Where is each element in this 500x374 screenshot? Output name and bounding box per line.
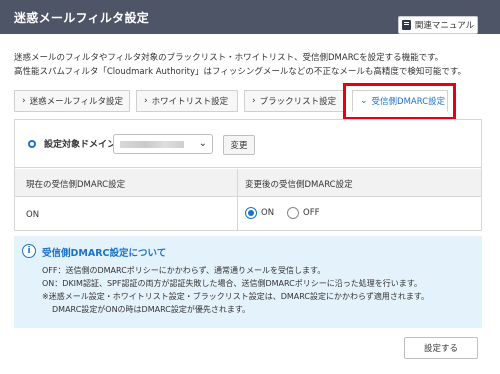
chevron-right-icon: › (252, 96, 256, 106)
apply-settings-button[interactable]: 設定する (404, 337, 478, 359)
radio-on-label: ON (261, 208, 275, 218)
redacted-domain (120, 141, 184, 148)
description-line: 高性能スパムフィルタ「Cloudmark Authority」はフィッシングメー… (14, 67, 467, 77)
chevron-right-icon: › (22, 96, 26, 106)
dmarc-settings-panel: 設定対象ドメイン ⌄ 変更 現在の受信側DMARC設定 変更後の受信側DMARC… (14, 119, 482, 231)
tab-whitelist[interactable]: › ホワイトリスト設定 (136, 90, 238, 112)
table-header-row: 現在の受信側DMARC設定 変更後の受信側DMARC設定 (15, 169, 481, 197)
domain-label: 設定対象ドメイン (44, 140, 117, 150)
dmarc-info-box: i 受信側DMARC設定について OFF：送信側のDMARCポリシーにかかわらず… (14, 236, 482, 328)
info-line: OFF：送信側のDMARCポリシーにかかわらず、通常通りメールを受信します。 (42, 266, 326, 275)
related-manual-button[interactable]: 関連マニュアル (398, 16, 478, 34)
description-line: 迷惑メールのフィルタやフィルタ対象のブラックリスト・ホワイトリスト、受信側DMA… (14, 53, 444, 63)
radio-off-label: OFF (303, 208, 320, 218)
related-manual-label: 関連マニュアル (414, 21, 475, 31)
table-row: ON ON OFF (15, 198, 481, 231)
current-dmarc-value: ON (26, 210, 40, 220)
info-title: 受信側DMARC設定について (42, 248, 167, 259)
radio-on[interactable] (245, 207, 257, 219)
tab-blacklist[interactable]: › ブラックリスト設定 (244, 90, 346, 112)
info-line: ※迷惑メール設定・ホワイトリスト設定・ブラックリスト設定は、DMARC設定にかか… (42, 292, 430, 301)
tab-spam-filter[interactable]: › 迷惑メールフィルタ設定 (14, 90, 130, 112)
highlight-frame (343, 83, 456, 120)
chevron-down-icon: ⌄ (198, 138, 207, 149)
page-title: 迷惑メールフィルタ設定 (14, 11, 150, 25)
column-header-new: 変更後の受信側DMARC設定 (245, 180, 353, 190)
info-icon: i (22, 244, 36, 258)
info-line: DMARC設定がONの時はDMARC設定が優先されます。 (52, 305, 251, 314)
bullet-circle-icon (28, 140, 36, 148)
change-domain-button[interactable]: 変更 (223, 135, 255, 155)
domain-selector-row: 設定対象ドメイン ⌄ 変更 (15, 120, 481, 168)
radio-off-option[interactable]: OFF (287, 207, 319, 219)
info-line: ON：DKIM認証、SPF認証の両方が認証失敗した場合、送信側DMARCポリシー… (42, 279, 422, 288)
info-text: OFF：送信側のDMARCポリシーにかかわらず、通常通りメールを受信します。 O… (42, 264, 429, 316)
radio-off[interactable] (287, 207, 299, 219)
chevron-right-icon: › (144, 96, 148, 106)
page-header: 迷惑メールフィルタ設定 関連マニュアル (0, 0, 500, 34)
column-header-current: 現在の受信側DMARC設定 (26, 180, 126, 190)
tab-label: ブラックリスト設定 (259, 97, 337, 107)
tab-label: ホワイトリスト設定 (151, 97, 229, 107)
page-description: 迷惑メールのフィルタやフィルタ対象のブラックリスト・ホワイトリスト、受信側DMA… (14, 51, 490, 79)
book-icon (401, 20, 411, 30)
tab-label: 迷惑メールフィルタ設定 (29, 97, 123, 107)
domain-select[interactable]: ⌄ (113, 134, 213, 154)
radio-on-option[interactable]: ON (245, 207, 274, 219)
